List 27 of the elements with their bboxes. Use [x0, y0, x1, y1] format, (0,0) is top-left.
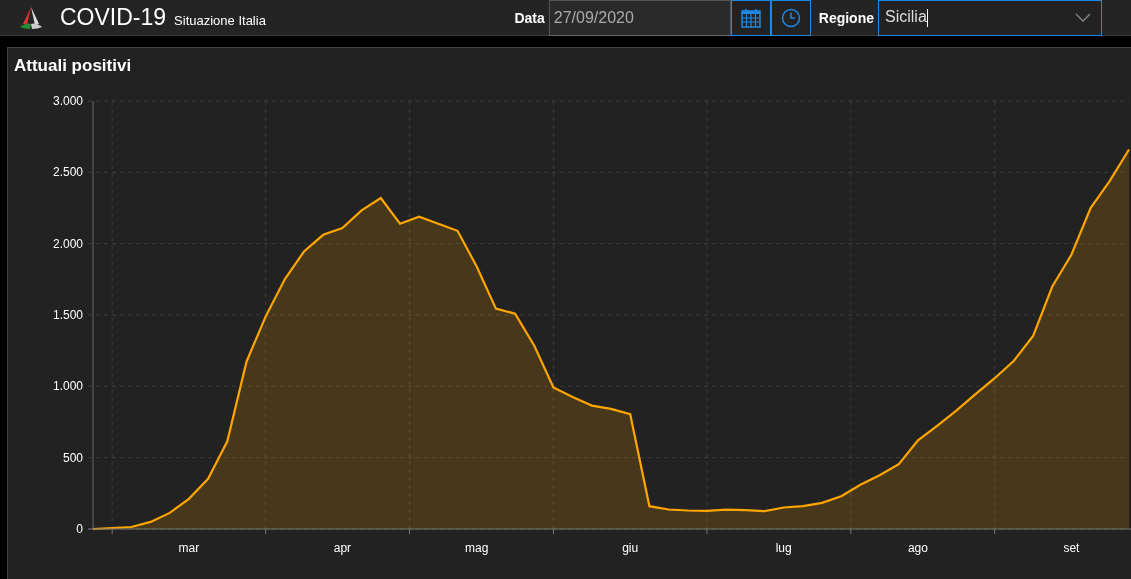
calendar-button[interactable]: [730, 0, 771, 36]
x-axis-label: mag: [465, 541, 489, 555]
x-axis-label: set: [1063, 541, 1080, 555]
x-axis-label: apr: [333, 541, 352, 555]
clock-button[interactable]: [770, 0, 811, 36]
logo-icon: [18, 5, 44, 30]
y-axis-label: 2.500: [52, 165, 83, 180]
y-axis-label: 2.000: [52, 236, 83, 251]
date-label: Data: [514, 9, 545, 26]
x-axis-label: mar: [178, 541, 200, 555]
x-axis-label: giu: [622, 541, 639, 555]
x-axis-label: ago: [907, 541, 928, 555]
panel-title: Attuali positivi: [14, 56, 133, 76]
region-select[interactable]: Sicilia: [878, 0, 1102, 36]
y-axis-label: 500: [62, 450, 83, 465]
calendar-icon: [740, 7, 761, 28]
date-field[interactable]: 27/09/2020: [548, 0, 731, 36]
app-subtitle: Situazione Italia: [174, 13, 266, 28]
app-title: COVID-19: [60, 4, 167, 31]
y-axis-label: 1.500: [52, 308, 83, 322]
clock-icon: [780, 7, 801, 28]
y-axis-label: 0: [76, 522, 83, 536]
y-axis-label: 3.000: [52, 94, 83, 108]
region-label: Regione: [818, 9, 874, 26]
y-axis-label: 1.000: [52, 379, 83, 394]
dropdown-icon: [1075, 13, 1091, 22]
x-axis-label: lug: [775, 541, 792, 555]
